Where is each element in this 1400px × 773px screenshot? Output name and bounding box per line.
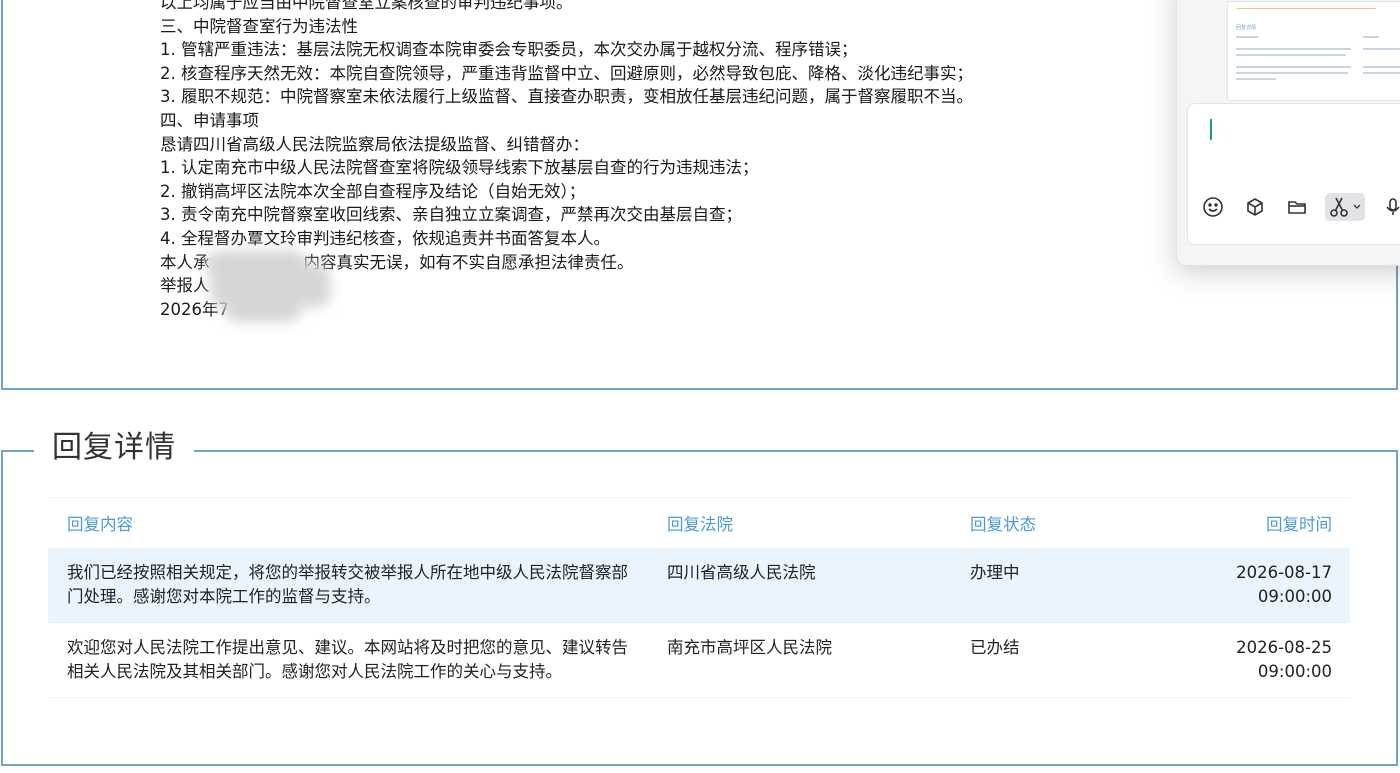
reporter-label: 举报人 [160,276,210,296]
shared-screenshot-preview[interactable]: 回复详情 [1227,1,1400,101]
complaint-line: 三、中院督查室行为违法性 [160,16,358,36]
reply-time-cell: 2026-08-17 09:00:00 [1236,562,1332,606]
complaint-line: 1. 管辖严重违法：基层法院无权调查本院审委会专职委员，本次交办属于越权分流、程… [160,40,858,60]
complaint-line: 2. 撤销高坪区法院本次全部自查程序及结论（自始无效）； [160,181,586,201]
preview-line [1236,54,1346,56]
reply-time-cell: 2026-08-25 09:00:00 [1236,637,1332,681]
reporter-line: 举报人 [160,262,1160,307]
preview-line [1363,48,1400,50]
table-row[interactable]: 我们已经按照相关规定，将您的举报转交被举报人所在地中级人民法院督察部门处理。感谢… [48,547,1350,622]
redaction-blur [225,296,301,323]
complaint-line: 四、申请事项 [160,110,259,130]
cube-icon[interactable] [1241,193,1269,221]
complaint-line: 2. 核查程序天然无效：本院自查院领导，严重违背监督中立、回避原则，必然导致包庇… [160,63,973,83]
reply-court-cell: 四川省高级人民法院 [667,562,816,582]
preview-line [1236,8,1376,9]
complaint-text: 以上均属于应当由中院督查室立案核查的审判违纪事项。 三、中院督查室行为违法性 1… [160,0,1160,323]
page: 以上均属于应当由中院督查室立案核查的审判违纪事项。 三、中院督查室行为违法性 1… [0,0,1400,773]
complaint-line: 3. 履职不规范：中院督察室未依法履行上级监督、直接查办职责，变相放任基层违纪问… [160,87,973,107]
pledge-suffix: 内容真实无误，如有不实自愿承担法律责任。 [303,252,634,272]
table-row[interactable]: 欢迎您对人民法院工作提出意见、建议。本网站将及时把您的意见、建议转告相关人民法院… [48,622,1350,697]
header-reply-status: 回复状态 [970,514,1036,534]
scissors-icon[interactable] [1325,193,1365,221]
reply-section-title: 回复详情 [34,428,194,468]
preview-line [1236,78,1276,80]
emoji-icon[interactable] [1199,193,1227,221]
reply-court-cell: 南充市高坪区人民法院 [667,637,832,657]
complaint-line: 以上均属于应当由中院督查室立案核查的审判违纪事项。 [160,0,573,12]
preview-line [1236,66,1351,68]
header-reply-court: 回复法院 [667,514,733,534]
preview-line [1236,36,1258,38]
preview-line [1363,66,1400,68]
preview-title: 回复详情 [1236,25,1257,31]
reply-content-cell: 欢迎您对人民法院工作提出意见、建议。本网站将及时把您的意见、建议转告相关人民法院… [67,637,628,681]
chat-message-input[interactable] [1187,103,1400,245]
reply-content-cell: 我们已经按照相关规定，将您的举报转交被举报人所在地中级人民法院督察部门处理。感谢… [67,562,628,606]
complaint-line: 恳请四川省高级人民法院监察局依法提级监督、纠错督办： [160,134,589,154]
complaint-line: 1. 认定南充市中级人民法院督查室将院级领导线索下放基层自查的行为违规违法； [160,158,759,178]
complaint-line: 4. 全程督办覃文玲审判违纪核查，依规追责并书面答复本人。 [160,228,610,248]
text-caret [1210,119,1212,140]
complaint-line: 3. 责令南充中院督察室收回线索、亲自独立立案调查，严禁再次交由基层自查； [160,205,742,225]
header-reply-content: 回复内容 [67,514,133,534]
reply-status-cell: 办理中 [970,562,1020,582]
header-reply-time: 回复时间 [1266,514,1332,534]
folder-icon[interactable] [1283,193,1311,221]
reply-table: 回复内容 回复法院 回复状态 回复时间 我们已经按照相关规定，将您的举报转交被举… [48,497,1350,698]
preview-line [1236,72,1348,74]
preview-line [1363,36,1379,38]
pledge-prefix: 本人承 [160,252,210,272]
table-header-row: 回复内容 回复法院 回复状态 回复时间 [48,497,1350,548]
reply-status-cell: 已办结 [970,637,1020,657]
chat-window: 回复详情 [1176,0,1400,266]
chat-toolbar [1199,193,1400,221]
microphone-icon[interactable] [1379,193,1400,221]
preview-line [1236,48,1351,50]
preview-line [1363,72,1400,74]
